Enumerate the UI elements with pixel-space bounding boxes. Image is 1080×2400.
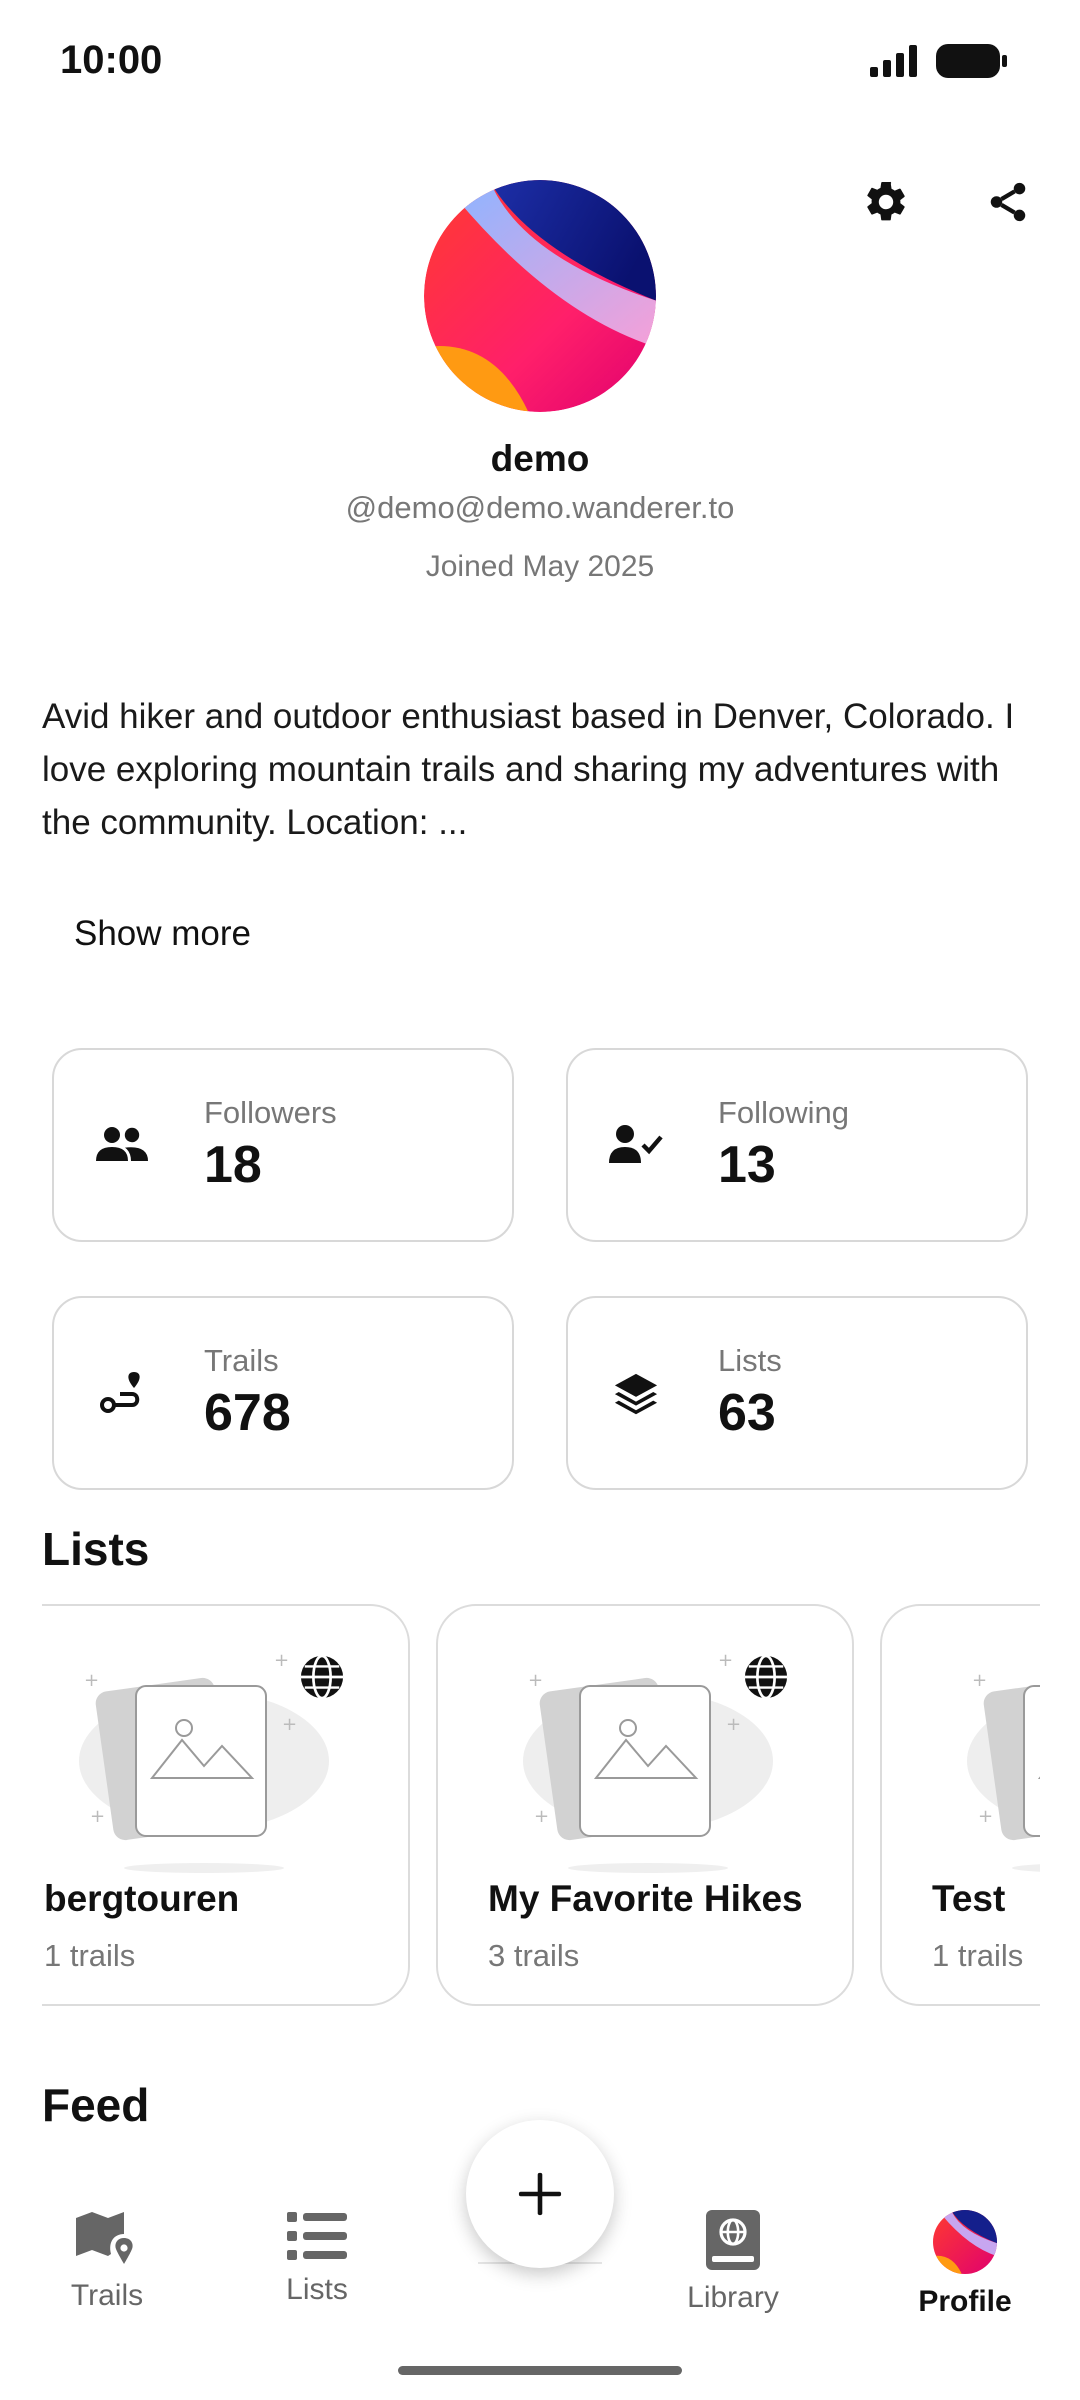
- stats-grid: Followers 18 Following 13 Trails 678 Lis…: [52, 1048, 1028, 1490]
- layers-icon: [606, 1363, 666, 1423]
- status-time: 10:00: [60, 38, 163, 82]
- library-book-icon: [706, 2210, 760, 2270]
- globe-icon: [300, 1654, 344, 1700]
- svg-text:+: +: [972, 1670, 987, 1691]
- person-check-icon: [606, 1115, 666, 1175]
- nav-label: Profile: [918, 2285, 1012, 2318]
- lists-section-title: Lists: [42, 1523, 150, 1575]
- globe-icon: [744, 1654, 788, 1700]
- route-icon: [92, 1363, 152, 1423]
- joined-date: Joined May 2025: [425, 550, 655, 583]
- status-bar: 10:00: [0, 0, 1080, 120]
- create-button[interactable]: [466, 2120, 614, 2268]
- show-more-button[interactable]: Show more: [74, 914, 251, 954]
- list-trail-count: 1 trails: [932, 1938, 1024, 1973]
- list-title: bergtouren: [44, 1878, 240, 1919]
- svg-text:+: +: [528, 1670, 543, 1691]
- nav-label: Trails: [70, 2279, 144, 2312]
- status-icons: [870, 44, 1008, 78]
- list-trail-count: 3 trails: [488, 1938, 580, 1973]
- followers-card[interactable]: Followers 18: [52, 1048, 514, 1242]
- feed-section-title: Feed: [42, 2079, 150, 2131]
- nav-label: Lists: [286, 2273, 348, 2306]
- people-icon: [92, 1115, 152, 1175]
- profile-header: demo @demo@demo.wanderer.to Joined May 2…: [0, 180, 1080, 584]
- avatar[interactable]: [424, 180, 656, 412]
- stat-value: 18: [204, 1136, 262, 1194]
- stat-label: Lists: [718, 1343, 782, 1378]
- svg-text:+: +: [978, 1806, 993, 1827]
- svg-text:+: +: [282, 1714, 297, 1735]
- svg-text:+: +: [90, 1806, 105, 1827]
- image-placeholder-icon: + + + +: [523, 1650, 773, 1873]
- battery-icon: [936, 44, 1007, 78]
- list-card[interactable]: + + Test 1 trails: [880, 1604, 1040, 2006]
- lists-carousel[interactable]: + + + + bergtouren 1 trails + + + + My F…: [42, 1604, 1040, 2014]
- svg-text:+: +: [84, 1670, 99, 1691]
- home-indicator[interactable]: [398, 2366, 682, 2375]
- plus-icon: [518, 2172, 562, 2216]
- signal-icon: [870, 45, 917, 77]
- image-placeholder-icon: + + + +: [79, 1650, 329, 1873]
- user-handle: @demo@demo.wanderer.to: [345, 490, 735, 525]
- following-card[interactable]: Following 13: [566, 1048, 1028, 1242]
- list-card[interactable]: + + + + bergtouren 1 trails: [42, 1604, 410, 2006]
- lists-card[interactable]: Lists 63: [566, 1296, 1028, 1490]
- stat-label: Trails: [204, 1343, 279, 1378]
- svg-text:+: +: [718, 1650, 733, 1671]
- svg-text:+: +: [534, 1806, 549, 1827]
- profile-bio: Avid hiker and outdoor enthusiast based …: [42, 697, 1015, 842]
- list-trail-count: 1 trails: [44, 1938, 136, 1973]
- nav-item-lists[interactable]: Lists: [232, 2210, 402, 2307]
- stat-value: 13: [718, 1136, 776, 1194]
- list-title: My Favorite Hikes: [488, 1878, 803, 1919]
- nav-item-profile[interactable]: Profile: [880, 2210, 1050, 2319]
- list-card[interactable]: + + + + My Favorite Hikes 3 trails: [436, 1604, 854, 2006]
- nav-label: Library: [687, 2281, 779, 2314]
- trails-card[interactable]: Trails 678: [52, 1296, 514, 1490]
- svg-text:+: +: [726, 1714, 741, 1735]
- username: demo: [490, 438, 590, 479]
- svg-text:+: +: [274, 1650, 289, 1671]
- nav-item-library[interactable]: Library: [648, 2210, 818, 2315]
- image-placeholder-icon: + +: [967, 1670, 1040, 1872]
- list-title: Test: [932, 1878, 1006, 1919]
- avatar: [933, 2210, 997, 2274]
- map-marker-icon: [76, 2212, 133, 2264]
- list-icon: [287, 2212, 347, 2260]
- nav-item-trails[interactable]: Trails: [22, 2210, 192, 2313]
- stat-value: 678: [204, 1384, 291, 1442]
- stat-label: Following: [718, 1095, 849, 1130]
- stat-label: Followers: [204, 1095, 337, 1130]
- stat-value: 63: [718, 1384, 776, 1442]
